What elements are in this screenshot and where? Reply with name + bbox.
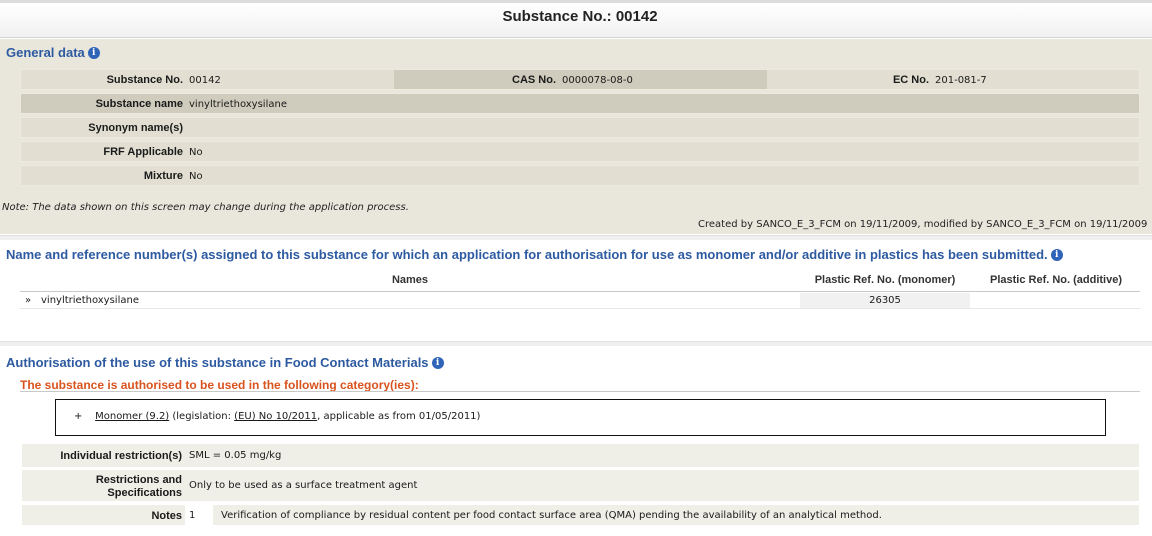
restriction-value: SML = 0.05 mg/kg (189, 450, 282, 461)
additive-ref-column-header: Plastic Ref. No. (additive) (989, 274, 1123, 286)
frf-label: FRF Applicable (103, 146, 183, 158)
mixture-label: Mixture (143, 170, 183, 182)
auth-subtitle: The substance is authorised to be used i… (20, 378, 419, 392)
general-note: Note: The data shown on this screen may … (2, 202, 409, 213)
general-data-heading: General data i (6, 45, 100, 60)
info-icon[interactable]: i (87, 47, 100, 59)
restriction-row: Individual restriction(s) SML = 0.05 mg/… (22, 444, 1139, 467)
expand-icon[interactable]: + (74, 411, 82, 422)
mixture-value: No (189, 171, 203, 182)
category-box: + Monomer (9.2) (legislation: (EU) No 10… (55, 399, 1106, 436)
specifications-row: Restrictions and Specifications Only to … (22, 470, 1139, 501)
cas-no-value: 0000078-08-0 (562, 75, 633, 86)
names-section-heading: Name and reference number(s) assigned to… (6, 247, 1063, 262)
row-marker: » (25, 295, 32, 306)
category-entry: + Monomer (9.2) (legislation: (EU) No 10… (74, 411, 480, 422)
names-section-title: Name and reference number(s) assigned to… (6, 247, 1048, 262)
substance-name-label: Substance name (95, 98, 183, 110)
substance-no-value: 00142 (189, 75, 221, 86)
substance-no-label: Substance No. (106, 74, 183, 86)
note-number: 1 (185, 505, 213, 525)
specifications-label-line1: Restrictions and (95, 474, 182, 486)
table-row[interactable]: » vinyltriethoxysilane 26305 (20, 293, 1140, 309)
section-divider (0, 341, 1152, 346)
substance-ids-row: Substance No. 00142 CAS No. 0000078-08-0… (20, 69, 1140, 90)
specifications-value: Only to be used as a surface treatment a… (189, 480, 418, 491)
synonym-row: Synonym name(s) (20, 117, 1140, 138)
legislation-prefix: (legislation: (169, 411, 235, 422)
note-text: Verification of compliance by residual c… (221, 510, 882, 521)
info-icon[interactable]: i (1050, 249, 1063, 261)
cas-no-label: CAS No. (512, 74, 556, 86)
restriction-label: Individual restriction(s) (60, 450, 182, 462)
auth-section-heading: Authorisation of the use of this substan… (6, 355, 444, 370)
frf-value: No (189, 147, 203, 158)
category-link[interactable]: Monomer (9.2) (95, 411, 169, 422)
row-monomer-ref: 26305 (800, 293, 970, 308)
ec-no-value: 201-081-7 (935, 75, 987, 86)
mixture-row: Mixture No (20, 165, 1140, 186)
header-divider (20, 291, 1140, 292)
specifications-label-line2: Specifications (107, 487, 182, 499)
auth-section-title: Authorisation of the use of this substan… (6, 355, 429, 370)
synonym-label: Synonym name(s) (88, 122, 183, 134)
auth-divider (20, 391, 1140, 392)
substance-name-row: Substance name vinyltriethoxysilane (20, 93, 1140, 114)
info-icon[interactable]: i (431, 357, 444, 369)
notes-row: Notes 1 Verification of compliance by re… (22, 505, 1139, 525)
legislation-suffix: , applicable as from 01/05/2011) (317, 411, 481, 422)
names-column-header: Names (391, 274, 429, 286)
row-name: vinyltriethoxysilane (41, 295, 139, 306)
page-title: Substance No.: 00142 (502, 8, 658, 25)
section-divider (0, 235, 1152, 240)
ec-no-label: EC No. (892, 74, 929, 86)
monomer-ref-column-header: Plastic Ref. No. (monomer) (814, 274, 956, 286)
legislation-link[interactable]: (EU) No 10/2011 (234, 411, 317, 422)
general-data-title: General data (6, 45, 85, 60)
frf-row: FRF Applicable No (20, 141, 1140, 162)
audit-info: Created by SANCO_E_3_FCM on 19/11/2009, … (698, 219, 1148, 230)
notes-label: Notes (151, 510, 182, 522)
substance-name-value: vinyltriethoxysilane (189, 99, 287, 110)
